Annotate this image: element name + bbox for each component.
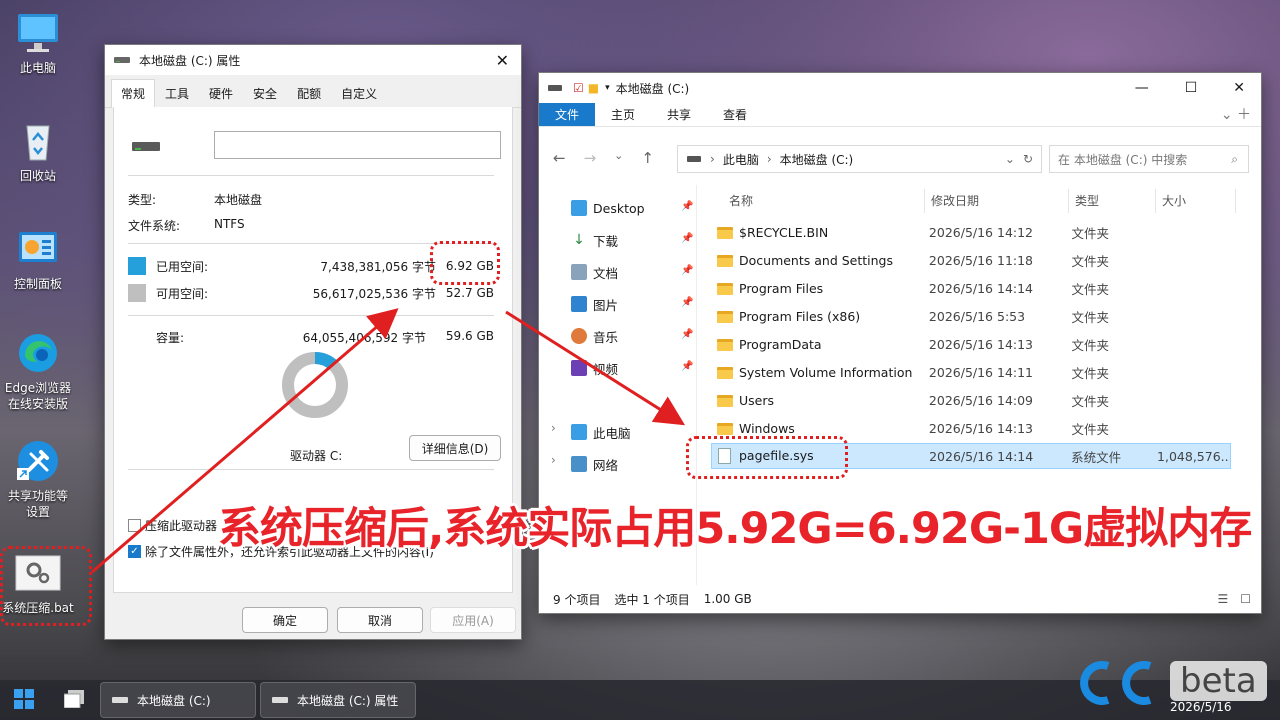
taskbar-button-properties[interactable]: 本地磁盘 (C:) 属性 <box>260 682 416 718</box>
task-view-icon[interactable] <box>63 690 84 711</box>
pcbeta-watermark: beta <box>1078 656 1267 706</box>
taskbar-button-explorer[interactable]: 本地磁盘 (C:) <box>100 682 256 718</box>
start-icon[interactable] <box>14 689 34 712</box>
drive-icon <box>112 697 128 703</box>
annotation-arrows <box>91 308 686 574</box>
annotation-caption: 系统压缩后,系统实际占用5.92G=6.92G-1G虚拟内存 <box>218 504 1252 554</box>
watermark-beta-text: beta <box>1170 661 1267 701</box>
arrow-used-to-pagefile <box>505 310 686 426</box>
drive-icon <box>272 697 288 703</box>
pcbeta-logo <box>1080 661 1152 705</box>
